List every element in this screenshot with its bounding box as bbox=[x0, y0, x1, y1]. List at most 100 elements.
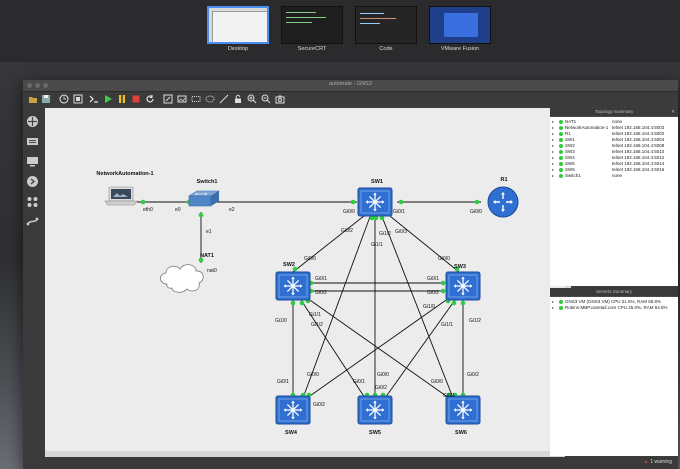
console-icon[interactable] bbox=[89, 94, 99, 104]
snapshot-icon[interactable] bbox=[73, 94, 83, 104]
svg-text:Gi0/2: Gi0/2 bbox=[375, 385, 387, 391]
node-label-sw5: SW5 bbox=[369, 430, 381, 436]
link[interactable] bbox=[302, 213, 372, 399]
node-networkautomation[interactable] bbox=[104, 186, 138, 206]
servers-summary-dock: Servers Summary ▸ GNS3 VM (GNS3 VM) CPU 2… bbox=[550, 288, 678, 456]
zoom-in-icon[interactable] bbox=[247, 94, 257, 104]
start-all-icon[interactable] bbox=[103, 94, 113, 104]
switches-icon[interactable] bbox=[26, 135, 39, 148]
node-sw1[interactable] bbox=[357, 187, 393, 217]
topology-row[interactable]: ▸ Switch1 none bbox=[552, 173, 676, 179]
space-code[interactable]: Code bbox=[354, 6, 418, 52]
status-dot-icon bbox=[559, 126, 563, 130]
security-devices-icon[interactable] bbox=[26, 175, 39, 188]
status-dot-icon bbox=[559, 168, 563, 172]
svg-text:Gi0/0: Gi0/0 bbox=[470, 209, 482, 215]
link[interactable] bbox=[384, 211, 460, 273]
svg-text:Gi0/3: Gi0/3 bbox=[395, 229, 407, 235]
svg-text:Gi1/2: Gi1/2 bbox=[311, 322, 323, 328]
insert-picture-icon[interactable] bbox=[177, 94, 187, 104]
svg-text:e2: e2 bbox=[229, 207, 235, 213]
svg-text:Gi0/2: Gi0/2 bbox=[467, 372, 479, 378]
device-toolbar bbox=[23, 107, 43, 469]
node-label-sw3: SW3 bbox=[454, 264, 466, 270]
all-devices-icon[interactable] bbox=[26, 195, 39, 208]
space-label: SecureCRT bbox=[297, 46, 327, 52]
draw-ellipse-icon[interactable] bbox=[205, 94, 215, 104]
toolbar bbox=[23, 92, 678, 106]
status-dot-icon bbox=[559, 306, 563, 310]
lock-icon[interactable] bbox=[233, 94, 243, 104]
expand-arrow-icon[interactable]: ▸ bbox=[552, 173, 554, 179]
node-sw6[interactable] bbox=[445, 395, 481, 425]
zoom-out-icon[interactable] bbox=[261, 94, 271, 104]
screenshot-icon[interactable] bbox=[275, 94, 285, 104]
stop-all-icon[interactable] bbox=[131, 94, 141, 104]
routers-icon[interactable] bbox=[26, 115, 39, 128]
status-bar: ▲ 1 warning bbox=[23, 457, 678, 469]
end-devices-icon[interactable] bbox=[26, 155, 39, 168]
reload-all-icon[interactable] bbox=[145, 94, 155, 104]
node-sw2[interactable] bbox=[275, 271, 311, 301]
add-note-icon[interactable] bbox=[163, 94, 173, 104]
node-nat1[interactable] bbox=[160, 264, 204, 293]
close-dock-icon[interactable]: ✕ bbox=[671, 108, 675, 116]
clock-icon[interactable] bbox=[59, 94, 69, 104]
svg-text:Gi0/1: Gi0/1 bbox=[277, 379, 289, 385]
topology-canvas[interactable]: NetworkAutomation-1 Switch1 NAT1 R1 SW1 … bbox=[45, 108, 565, 451]
svg-text:Gi0/0: Gi0/0 bbox=[431, 379, 443, 385]
draw-rectangle-icon[interactable] bbox=[191, 94, 201, 104]
space-desktop[interactable]: Desktop bbox=[206, 6, 270, 52]
server-row[interactable]: ▸ Robins-MBP.canetail.com CPU 25.0%, RAM … bbox=[552, 305, 676, 311]
svg-text:Gi0/0: Gi0/0 bbox=[438, 256, 450, 262]
space-label: Desktop bbox=[227, 46, 249, 52]
topology-summary-list: ▸ NAT1 none ▸ NetworkAutomation-1 telnet 192… bbox=[550, 117, 678, 286]
node-sw3[interactable] bbox=[445, 271, 481, 301]
open-folder-icon[interactable] bbox=[28, 94, 38, 104]
node-switch1[interactable] bbox=[187, 190, 221, 207]
svg-text:Gi1/1: Gi1/1 bbox=[371, 242, 383, 248]
node-sw4[interactable] bbox=[275, 395, 311, 425]
svg-text:Gi0/2: Gi0/2 bbox=[315, 290, 327, 296]
svg-text:eth0: eth0 bbox=[143, 207, 153, 213]
svg-text:Gi0/2: Gi0/2 bbox=[313, 402, 325, 408]
link[interactable] bbox=[380, 213, 454, 399]
port-labels: eth0 e0 e2 e1 nat0 Gi0/0 Gi0/1 Gi0/0 Gi0… bbox=[143, 207, 482, 408]
svg-text:Gi0/1: Gi0/1 bbox=[353, 379, 365, 385]
topology-summary-header: Topology Summary ✕ bbox=[550, 108, 678, 116]
draw-line-icon[interactable] bbox=[219, 94, 229, 104]
space-securecrt[interactable]: SecureCRT bbox=[280, 6, 344, 52]
node-label-sw1: SW1 bbox=[371, 179, 383, 185]
svg-text:Gi0/0: Gi0/0 bbox=[343, 209, 355, 215]
svg-text:Gi0/1: Gi0/1 bbox=[393, 209, 405, 215]
suspend-all-icon[interactable] bbox=[117, 94, 127, 104]
svg-text:e1: e1 bbox=[206, 229, 212, 235]
warning-indicator[interactable]: ▲ 1 warning bbox=[643, 459, 672, 465]
svg-text:Gi0/1: Gi0/1 bbox=[315, 276, 327, 282]
node-label-sw2: SW2 bbox=[283, 262, 295, 268]
svg-text:Gi0/0: Gi0/0 bbox=[307, 372, 319, 378]
save-icon[interactable] bbox=[41, 94, 51, 104]
status-dot-icon bbox=[559, 144, 563, 148]
space-thumbnail bbox=[355, 6, 417, 44]
svg-text:Gi0/2: Gi0/2 bbox=[427, 290, 439, 296]
svg-text:e0: e0 bbox=[175, 207, 181, 213]
node-r1[interactable] bbox=[487, 186, 519, 218]
add-link-icon[interactable] bbox=[26, 215, 39, 228]
status-dot-icon bbox=[559, 162, 563, 166]
node-label-sw6: SW6 bbox=[455, 430, 467, 436]
space-vmware-fusion[interactable]: VMware Fusion bbox=[428, 6, 492, 52]
space-label: VMware Fusion bbox=[440, 46, 480, 52]
node-sw5[interactable] bbox=[357, 395, 393, 425]
topology-diagram: NetworkAutomation-1 Switch1 NAT1 R1 SW1 … bbox=[96, 171, 519, 436]
status-dot-icon bbox=[559, 120, 563, 124]
expand-arrow-icon[interactable]: ▸ bbox=[552, 305, 554, 311]
servers-summary-header: Servers Summary bbox=[550, 288, 678, 296]
svg-text:Gi1/1: Gi1/1 bbox=[309, 312, 321, 318]
status-dot-icon bbox=[559, 150, 563, 154]
svg-text:Gi1/0: Gi1/0 bbox=[423, 304, 435, 310]
servers-summary-title: Servers Summary bbox=[595, 289, 632, 294]
topology-summary-title: Topology Summary bbox=[594, 109, 634, 114]
link[interactable] bbox=[292, 211, 370, 273]
node-label-r1: R1 bbox=[500, 177, 507, 183]
